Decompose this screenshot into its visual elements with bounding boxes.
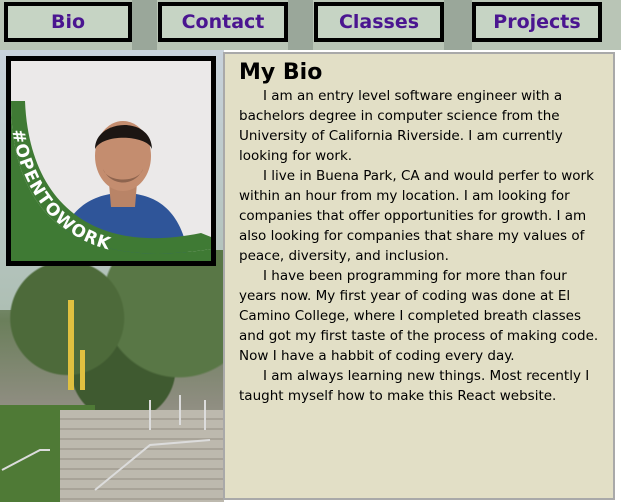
nav-bio-button[interactable]: Bio [4,2,132,42]
bio-title: My Bio [239,60,323,85]
bio-paragraph: I live in Buena Park, CA and would perfe… [239,168,594,264]
nav-contact-button[interactable]: Contact [158,2,288,42]
nav-contact-label: Contact [181,11,265,33]
page-margin [615,50,621,502]
bio-panel: My Bio I am an entry level software engi… [223,52,615,500]
nav-divider [288,0,313,50]
nav-divider [132,0,157,50]
nav-bio-label: Bio [50,11,86,33]
top-nav: Bio Contact Classes Projects [0,0,621,50]
profile-portrait: #OPENTOWORK [11,61,211,261]
nav-classes-button[interactable]: Classes [314,2,444,42]
nav-projects-button[interactable]: Projects [472,2,602,42]
nav-projects-label: Projects [493,11,581,33]
bio-paragraph: I am always learning new things. Most re… [239,368,590,404]
profile-photo: #OPENTOWORK [6,56,216,266]
nav-classes-label: Classes [338,11,420,33]
bio-paragraph: I have been programming for more than fo… [239,268,599,364]
bio-paragraph: I am an entry level software engineer wi… [239,88,563,164]
nav-divider [444,0,472,50]
